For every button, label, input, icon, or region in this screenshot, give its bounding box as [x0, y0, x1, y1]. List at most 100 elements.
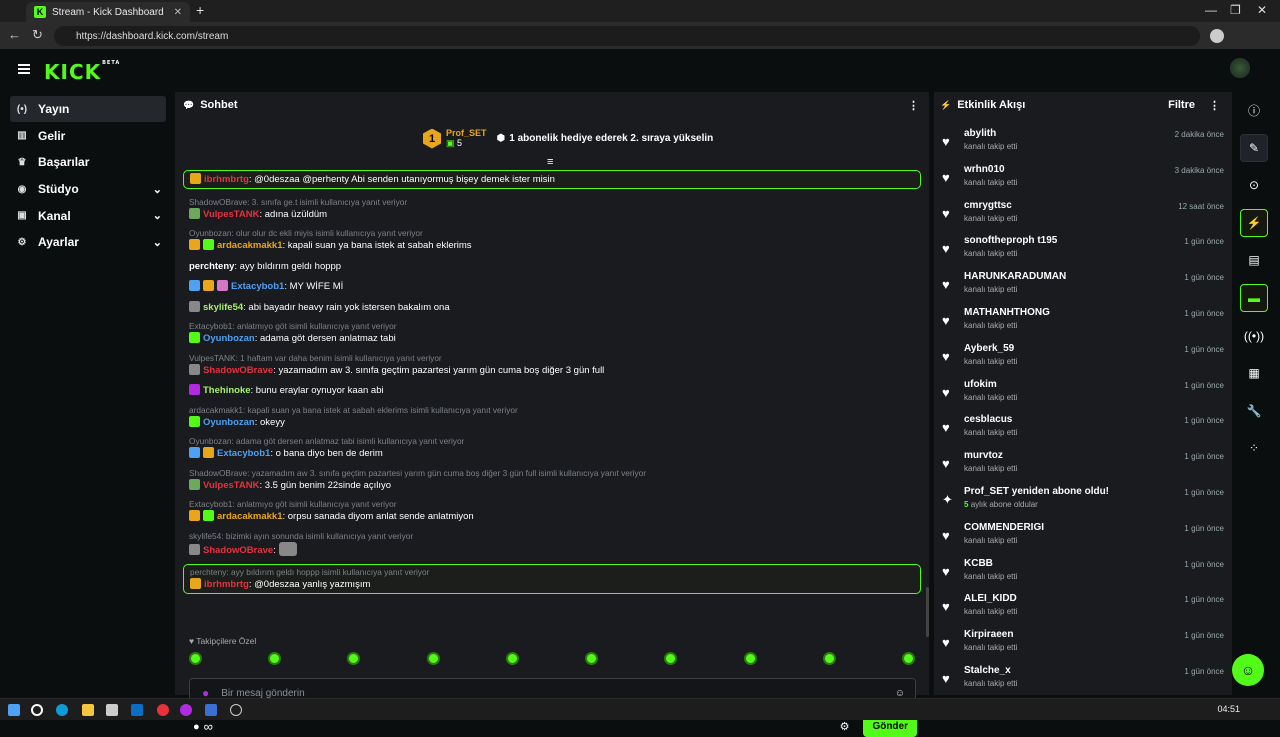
activity-item[interactable]: ♥ abylith kanalı takip etti 2 dakika önce [942, 128, 1224, 164]
sidebar-item-1[interactable]: ▥ Gelir [10, 123, 166, 149]
browser-tab[interactable]: K Stream - Kick Dashboard ✕ [26, 2, 190, 22]
maximize-button[interactable]: ❐ [1230, 3, 1241, 17]
copilot-icon[interactable] [180, 704, 192, 716]
chat-scrollbar[interactable] [926, 587, 929, 637]
emoji-icon[interactable]: ☺ [895, 688, 905, 699]
menu-icon[interactable] [18, 64, 30, 74]
activity-item[interactable]: ♥ MATHANHTHONG kanalı takip etti 1 gün önce [942, 307, 1224, 343]
chat-toggle-icon[interactable]: ▬ [1240, 283, 1268, 312]
chat-message[interactable]: ShadowOBrave: 3. sınıfa ge.t isimli kull… [183, 197, 921, 221]
close-tab-icon[interactable]: ✕ [174, 7, 182, 18]
pinned-gift-leaderboard[interactable]: 1 Prof_SET ▣ 5 ⬢ 1 abonelik hediye edere… [423, 128, 713, 149]
message-username[interactable]: ShadowOBrave [203, 545, 273, 556]
back-icon[interactable]: ← [8, 27, 21, 42]
chevron-down-icon[interactable]: ⌄ [153, 236, 162, 249]
message-username[interactable]: ardacakmakk1 [217, 240, 283, 251]
chevron-down-icon[interactable]: ⌄ [153, 209, 162, 222]
sidebar-item-4[interactable]: ▣ Kanal ⌄ [10, 203, 166, 229]
emote-icon[interactable] [426, 652, 440, 665]
activity-item[interactable]: ♥ wrhn010 kanalı takip etti 3 dakika önce [942, 164, 1224, 200]
message-username[interactable]: Thehinoke [203, 385, 251, 396]
start-icon[interactable] [8, 704, 20, 716]
chat-message[interactable]: perchteny: ayy bıldırım geldı hoppp isim… [183, 564, 921, 594]
url-field[interactable]: https://dashboard.kick.com/stream [54, 26, 1200, 46]
kicks-icon[interactable]: ● [193, 721, 200, 733]
infinity-icon[interactable]: ∞ [204, 719, 213, 734]
message-username[interactable]: ibrhmbrtg [204, 174, 249, 185]
queue-icon[interactable]: ▦ [1240, 359, 1268, 387]
message-username[interactable]: Oyunbozan [203, 417, 255, 428]
store-icon[interactable] [106, 704, 118, 716]
activity-item[interactable]: ♥ ufokim kanalı takip etti 1 gün önce [942, 379, 1224, 415]
sidebar-item-2[interactable]: ♛ Başarılar [10, 149, 166, 175]
activity-item[interactable]: ♥ cmrygttsc kanalı takip etti 12 saat önce [942, 200, 1224, 236]
activity-item[interactable]: ♥ ALEI_KIDD kanalı takip etti 1 gün önce [942, 593, 1224, 629]
user-avatar[interactable] [1230, 58, 1250, 78]
activity-item[interactable]: ♥ Kirpiraeen kanalı takip etti 1 gün önce [942, 629, 1224, 665]
message-username[interactable]: Oyunbozan [203, 333, 255, 344]
activity-item[interactable]: ♥ Stalche_x kanalı takip etti 1 gün önce [942, 665, 1224, 701]
notes-icon[interactable]: ▤ [1240, 246, 1268, 274]
message-username[interactable]: perchteny [189, 261, 234, 272]
obs-icon[interactable] [230, 704, 242, 716]
message-username[interactable]: skylife54 [203, 302, 243, 313]
chat-message[interactable]: VulpesTANK: 1 haftam var daha benim isim… [183, 353, 921, 377]
chat-message[interactable]: skylife54: bizimki ayın sonunda isimli k… [183, 531, 921, 557]
close-window-button[interactable]: ✕ [1257, 3, 1267, 17]
sidebar-item-5[interactable]: ⚙ Ayarlar ⌄ [10, 229, 166, 255]
chat-message[interactable]: ibrhmbrtg: @0deszaa @perhenty Abi senden… [183, 170, 921, 189]
profile-icon[interactable] [1210, 29, 1224, 43]
activity-toggle-icon[interactable]: ⚡ [1240, 208, 1268, 237]
chevron-down-icon[interactable]: ⌄ [153, 183, 162, 196]
broadcast-toggle-icon[interactable]: ((•)) [1240, 322, 1268, 350]
emote-icon[interactable] [505, 652, 519, 665]
chat-settings-icon[interactable]: ⚙ [840, 720, 850, 733]
app-icon[interactable] [205, 704, 217, 716]
wrench-icon[interactable]: 🔧 [1240, 397, 1268, 425]
emote-icon[interactable] [822, 652, 836, 665]
message-username[interactable]: ardacakmakk1 [217, 511, 283, 522]
message-username[interactable]: ibrhmbrtg [204, 579, 249, 590]
opera-icon[interactable] [157, 704, 169, 716]
activity-item[interactable]: ♥ cesblacus kanalı takip etti 1 gün önce [942, 414, 1224, 450]
edit-icon[interactable]: ✎ [1240, 133, 1268, 162]
activity-item[interactable]: ♥ COMMENDERIGI kanalı takip etti 1 gün önce [942, 522, 1224, 558]
emote-icon[interactable] [268, 652, 282, 665]
chat-message[interactable]: Extacybob1: anlatmıyo göt isimli kullanı… [183, 499, 921, 523]
chat-message[interactable]: ShadowOBrave: yazamadım aw 3. sınıfa geç… [183, 468, 921, 492]
emote-icon[interactable] [664, 652, 678, 665]
chat-message[interactable]: Oyunbozan: olur olur dc ekli miyis isiml… [183, 228, 921, 252]
help-button[interactable]: ☺ [1232, 654, 1264, 686]
sidebar-item-3[interactable]: ◉ Stüdyo ⌄ [10, 176, 166, 202]
message-username[interactable]: VulpesTANK [203, 480, 259, 491]
sidebar-item-0[interactable]: (•) Yayın [10, 96, 166, 122]
emote-icon[interactable] [585, 652, 599, 665]
chat-message[interactable]: Extacybob1: anlatmıyo göt isimli kullanı… [183, 321, 921, 345]
chat-message[interactable]: Thehinoke: bunu eraylar oynuyor kaan abi [183, 384, 921, 397]
outlook-icon[interactable] [131, 704, 143, 716]
emote-icon[interactable] [743, 652, 757, 665]
camera-icon[interactable]: ⊙ [1240, 171, 1268, 199]
scroll-down-icon[interactable]: ≡ [547, 156, 553, 168]
activity-item[interactable]: ♥ murvtoz kanalı takip etti 1 gün önce [942, 450, 1224, 486]
activity-item[interactable]: ✦ Prof_SET yeniden abone oldu! 5 aylık abo… [942, 486, 1224, 522]
explorer-icon[interactable] [82, 704, 94, 716]
chat-message[interactable]: ardacakmakk1: kapali suan ya bana istek … [183, 405, 921, 429]
minimize-button[interactable]: — [1205, 3, 1217, 17]
chat-message[interactable]: perchteny: ayy bıldırım geldı hoppp [183, 260, 921, 273]
message-username[interactable]: ShadowOBrave [203, 365, 273, 376]
emote-icon[interactable] [901, 652, 915, 665]
kick-logo[interactable]: KICKBETA [44, 60, 120, 84]
info-icon[interactable]: ⓘ [1240, 96, 1268, 124]
reload-icon[interactable]: ↻ [32, 27, 43, 43]
message-username[interactable]: VulpesTANK [203, 209, 259, 220]
emote-icon[interactable] [189, 652, 202, 665]
message-username[interactable]: Extacybob1 [231, 281, 284, 292]
activity-item[interactable]: ♥ Ayberk_59 kanalı takip etti 1 gün önce [942, 343, 1224, 379]
message-username[interactable]: Extacybob1 [217, 448, 270, 459]
search-icon[interactable] [31, 704, 43, 716]
chat-message[interactable]: Oyunbozan: adama göt dersen anlatmaz tab… [183, 436, 921, 460]
chat-message[interactable]: skylife54: abi bayadır heavy rain yok is… [183, 300, 921, 314]
chat-menu-icon[interactable]: ⋮ [908, 99, 919, 112]
edge-icon[interactable] [56, 704, 68, 716]
